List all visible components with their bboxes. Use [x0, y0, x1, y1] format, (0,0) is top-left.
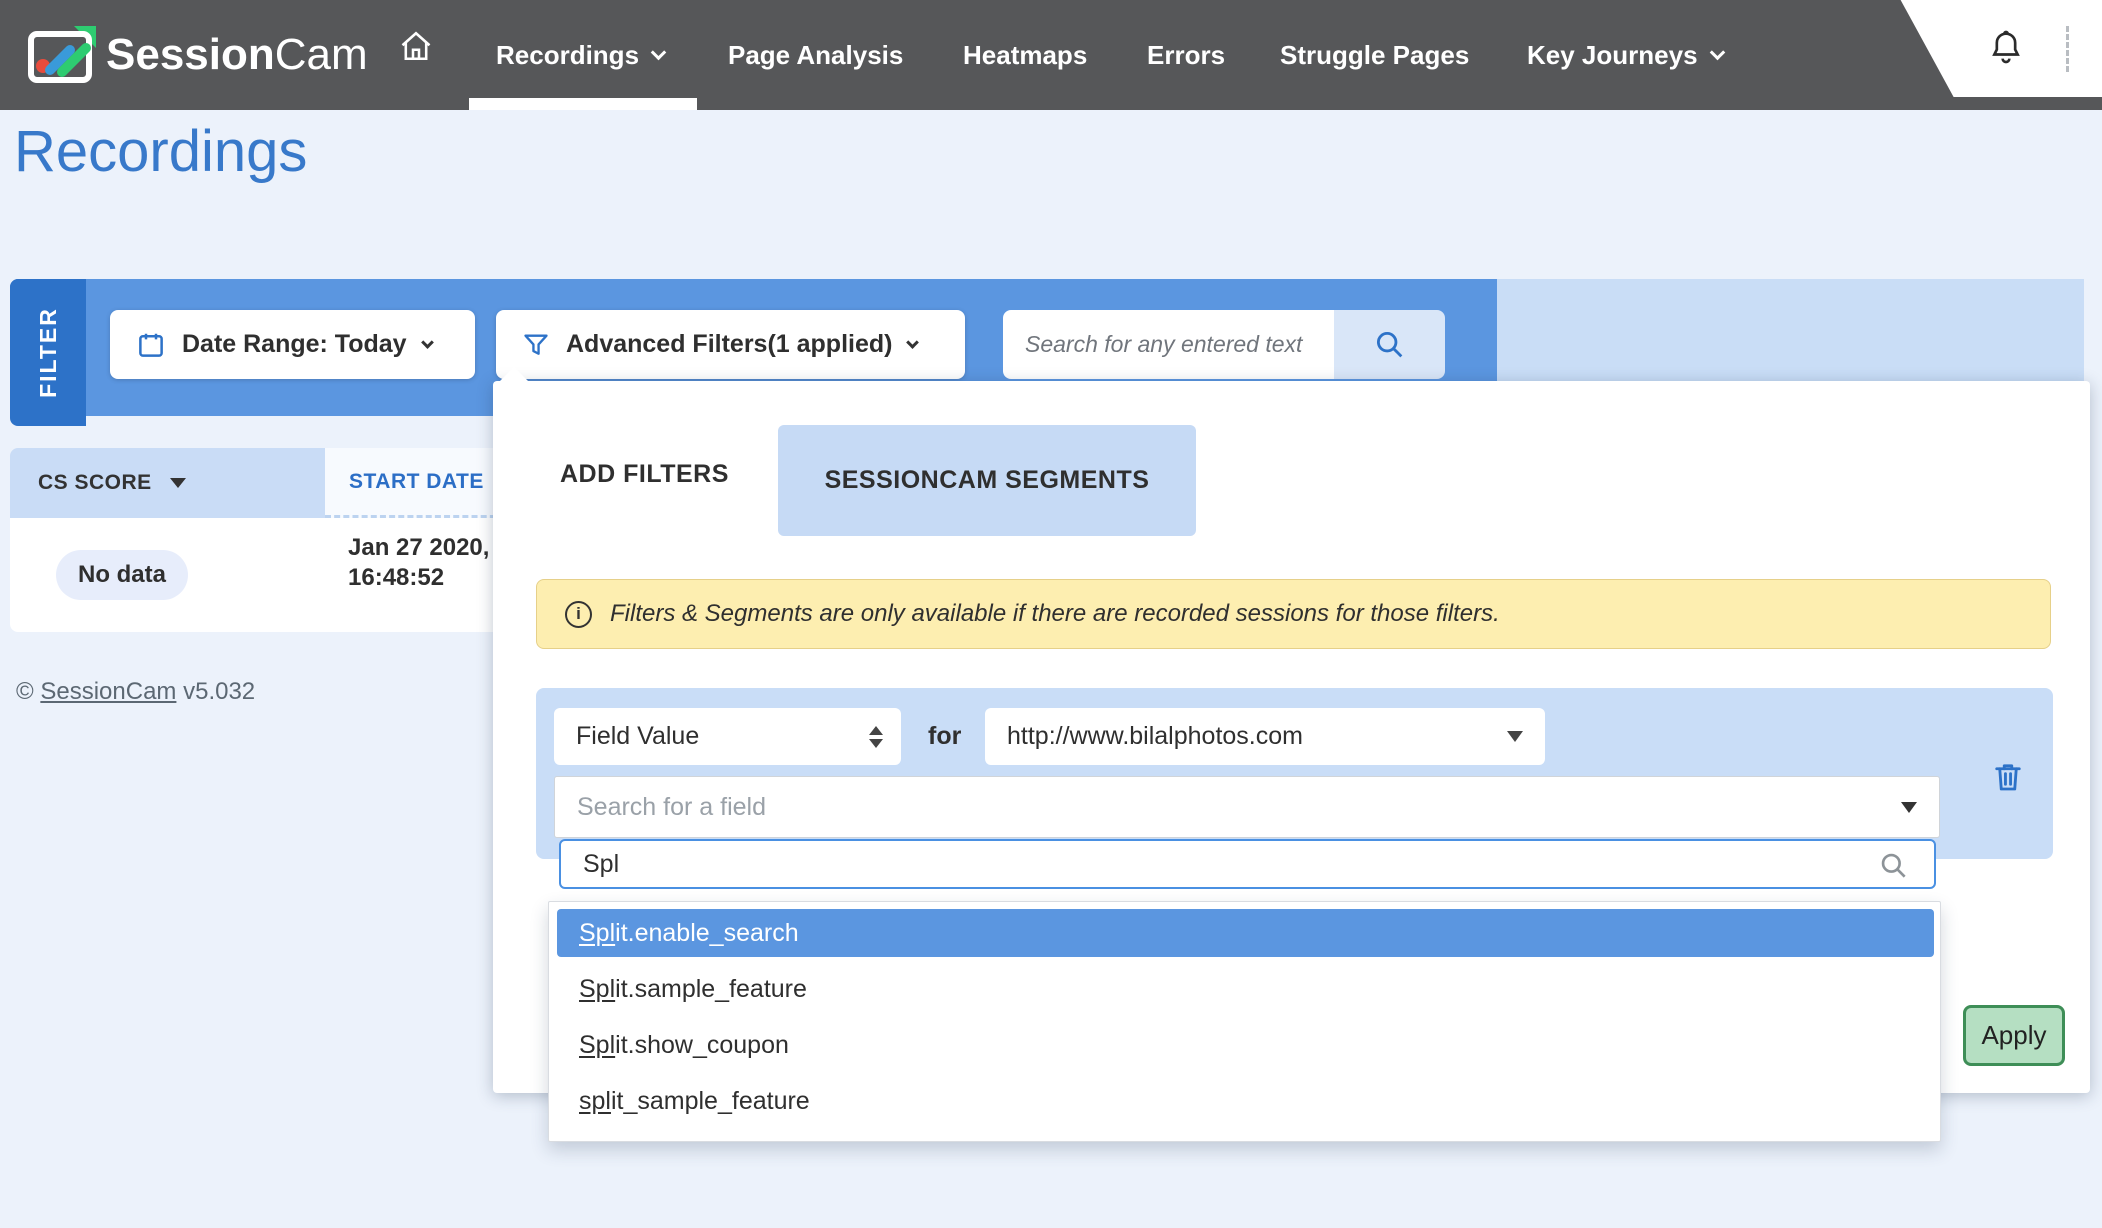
field-result-option[interactable]: split_sample_feature — [557, 1077, 1934, 1125]
cs-score-badge: No data — [56, 550, 188, 600]
sort-desc-icon — [170, 478, 186, 488]
start-date-value: Jan 27 2020, 16:48:52 — [348, 533, 489, 593]
calendar-icon — [136, 330, 166, 360]
result-text: it.sample_feature — [615, 975, 807, 1003]
for-label: for — [928, 722, 961, 751]
nav-item-page-analysis[interactable]: Page Analysis — [728, 0, 903, 110]
chevron-down-icon — [907, 336, 920, 349]
text-search-input[interactable] — [1003, 310, 1334, 379]
advanced-filters-label: Advanced Filters(1 applied) — [566, 330, 892, 359]
matched-text: Spl — [579, 975, 615, 1003]
info-icon: i — [565, 601, 592, 628]
chevron-down-icon — [421, 336, 434, 349]
field-query-input[interactable] — [559, 839, 1936, 889]
advanced-filters-button[interactable]: Advanced Filters(1 applied) — [496, 310, 965, 379]
nav-item-key-journeys[interactable]: Key Journeys — [1527, 0, 1723, 110]
tab-add-filters[interactable]: ADD FILTERS — [560, 460, 729, 489]
version-label: v5.032 — [183, 678, 255, 705]
app-window: SessionCam Recordings Page Analysis Heat… — [0, 0, 2102, 1228]
sessioncam-footer-link[interactable]: SessionCam — [40, 678, 176, 705]
matched-text: Spl — [579, 919, 615, 947]
select-spinner-icon — [869, 726, 883, 748]
dropdown-arrow-icon — [1901, 802, 1917, 813]
dotted-divider-icon — [2066, 26, 2069, 72]
date-range-button[interactable]: Date Range: Today — [110, 310, 475, 379]
search-button[interactable] — [1334, 310, 1445, 379]
field-result-option[interactable]: Split.enable_search — [557, 909, 1934, 957]
info-banner: i Filters & Segments are only available … — [536, 579, 2051, 649]
footer-copyright: © SessionCam v5.032 — [16, 678, 255, 706]
active-tab-indicator — [469, 98, 697, 110]
filter-tab[interactable]: FILTER — [10, 279, 86, 426]
cs-score-header-label: CS SCORE — [38, 471, 152, 495]
copyright-symbol: © — [16, 678, 34, 705]
date-range-label: Date Range: Today — [182, 330, 407, 359]
delete-filter-icon[interactable] — [1990, 758, 2026, 801]
site-select[interactable]: http://www.bilalphotos.com — [985, 708, 1545, 765]
nav-item-errors[interactable]: Errors — [1147, 0, 1225, 110]
site-select-value: http://www.bilalphotos.com — [1007, 722, 1303, 751]
column-header-start-date[interactable]: START DATE — [325, 448, 505, 518]
sessioncam-logo-icon — [28, 24, 98, 84]
panel-notch — [499, 367, 529, 382]
result-text: it.enable_search — [615, 919, 798, 947]
nav-item-label: Heatmaps — [963, 40, 1087, 71]
field-results-list: Split.enable_search Split.sample_feature… — [548, 901, 1941, 1142]
chevron-down-icon — [1709, 44, 1725, 60]
tab-sessioncam-segments[interactable]: SESSIONCAM SEGMENTS — [778, 425, 1196, 536]
info-banner-text: Filters & Segments are only available if… — [610, 600, 1500, 628]
nav-item-label: Page Analysis — [728, 40, 903, 71]
column-header-cs-score[interactable]: CS SCORE — [10, 448, 325, 518]
start-date-line1: Jan 27 2020, — [348, 533, 489, 563]
nav-item-recordings[interactable]: Recordings — [496, 0, 664, 110]
nav-item-label: Struggle Pages — [1280, 40, 1469, 71]
start-date-header-label: START DATE — [349, 470, 484, 494]
field-search-placeholder: Search for a field — [577, 793, 766, 822]
field-result-option[interactable]: Split.sample_feature — [557, 965, 1934, 1013]
nav-item-label: Key Journeys — [1527, 40, 1698, 71]
top-nav: SessionCam Recordings Page Analysis Heat… — [0, 0, 2102, 110]
dropdown-arrow-icon — [1507, 731, 1523, 742]
filter-funnel-icon — [522, 331, 550, 359]
brand-name: SessionCam — [106, 30, 368, 80]
home-icon[interactable] — [398, 28, 434, 69]
result-text: it.show_coupon — [615, 1031, 789, 1059]
field-type-value: Field Value — [576, 722, 699, 751]
field-search-combobox[interactable]: Search for a field — [554, 776, 1940, 838]
chevron-down-icon — [651, 44, 667, 60]
matched-text: spl — [579, 1087, 611, 1115]
matched-text: Spl — [579, 1031, 615, 1059]
cs-score-value: No data — [78, 561, 166, 589]
search-icon — [1878, 850, 1910, 887]
sessioncam-logo[interactable] — [28, 24, 98, 89]
apply-button[interactable]: Apply — [1963, 1005, 2065, 1066]
notifications-bell-icon[interactable] — [1986, 26, 2026, 73]
field-result-option[interactable]: Split.show_coupon — [557, 1021, 1934, 1069]
start-date-line2: 16:48:52 — [348, 563, 489, 593]
filter-tab-label: FILTER — [35, 307, 62, 398]
field-type-select[interactable]: Field Value — [554, 708, 901, 765]
nav-item-label: Errors — [1147, 40, 1225, 71]
brand-session: Session — [106, 30, 275, 79]
brand-cam: Cam — [275, 30, 368, 79]
page-title: Recordings — [14, 118, 307, 185]
nav-item-struggle-pages[interactable]: Struggle Pages — [1280, 0, 1469, 110]
nav-item-label: Recordings — [496, 40, 639, 71]
result-text: it_sample_feature — [611, 1087, 810, 1115]
search-icon — [1373, 328, 1407, 362]
nav-item-heatmaps[interactable]: Heatmaps — [963, 0, 1087, 110]
